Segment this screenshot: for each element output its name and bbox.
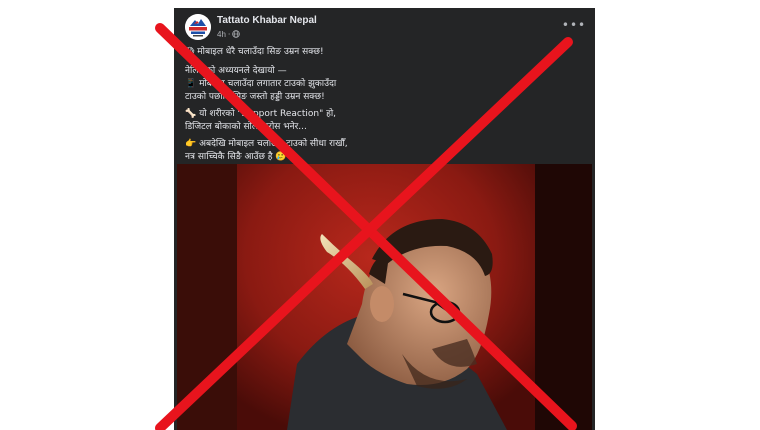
post-line: डिजिटल बोकाको सोलो परोस भनेर... bbox=[185, 122, 307, 132]
post-paragraph: 👉 अबदेखि मोबाइल चलाउँदा टाउको सीधा राखौँ… bbox=[185, 138, 585, 164]
post-line: टाउको पछाडि सिङ जस्तो हड्डी उम्रन सक्छ! bbox=[185, 92, 325, 102]
post-paragraph: 🦴 यो शरीरको "Support Reaction" हो, डिजिट… bbox=[185, 108, 585, 134]
post-line: 🦴 यो शरीरको "Support Reaction" हो, bbox=[185, 109, 337, 119]
post-line: 📱 मोबाइल चलाउँदा लगातार टाउको झुकाउँदा bbox=[185, 79, 337, 89]
post-paragraph: नेलियाको अध्ययनले देखायो — 📱 मोबाइल चलाउ… bbox=[185, 65, 585, 104]
post-meta: 4h · bbox=[217, 28, 241, 40]
tattato-khabar-logo-icon bbox=[185, 14, 211, 40]
post-header: Tattato Khabar Nepal 4h · ••• bbox=[174, 8, 595, 46]
post-timestamp[interactable]: 4h bbox=[217, 30, 226, 39]
post-image[interactable] bbox=[177, 164, 592, 430]
facebook-post-card: Tattato Khabar Nepal 4h · ••• 😱 मोबाइल ध… bbox=[174, 8, 595, 430]
page-name[interactable]: Tattato Khabar Nepal bbox=[217, 15, 317, 26]
post-paragraph: 😱 मोबाइल धेरै चलाउँदा सिङ उम्रन सक्छ! bbox=[185, 46, 585, 59]
more-options-button[interactable]: ••• bbox=[561, 18, 587, 32]
post-line: नत्र साच्चिकै सिङै आउँछ है 🥲 bbox=[185, 152, 287, 162]
man-with-horn-illustration bbox=[177, 164, 592, 430]
post-body-text: 😱 मोबाइल धेरै चलाउँदा सिङ उम्रन सक्छ! ने… bbox=[185, 46, 585, 168]
post-line: नेलियाको अध्ययनले देखायो — bbox=[185, 66, 287, 76]
post-line: 😱 मोबाइल धेरै चलाउँदा सिङ उम्रन सक्छ! bbox=[185, 47, 324, 57]
post-line: 👉 अबदेखि मोबाइल चलाउँदा टाउको सीधा राखौँ… bbox=[185, 139, 348, 149]
meta-separator: · bbox=[227, 29, 231, 39]
page-avatar[interactable] bbox=[185, 14, 211, 40]
globe-icon bbox=[232, 30, 241, 38]
more-options-icon: ••• bbox=[561, 18, 587, 32]
